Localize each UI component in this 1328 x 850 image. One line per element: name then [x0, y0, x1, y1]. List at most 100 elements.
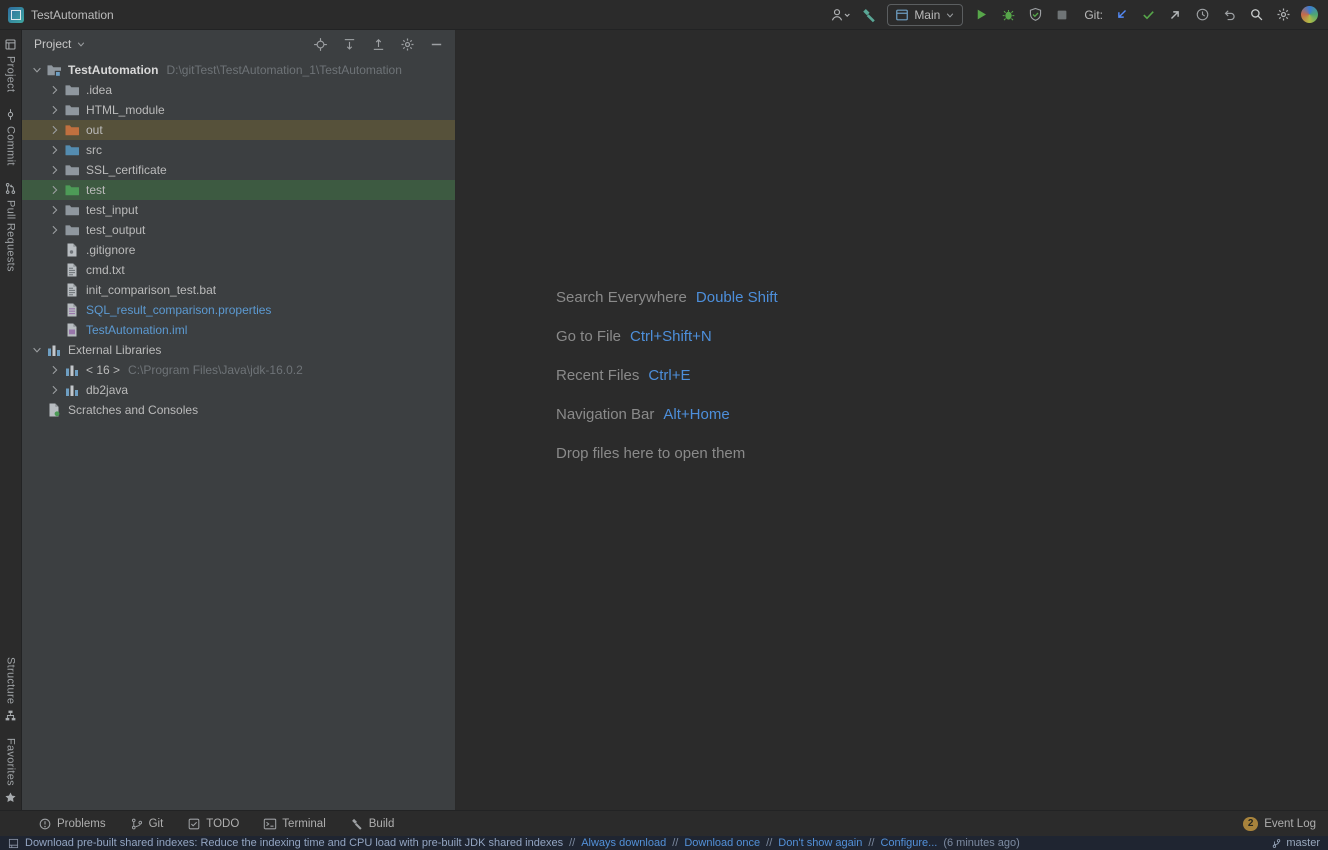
- panel-settings-icon[interactable]: [398, 35, 416, 53]
- chevron-right-icon[interactable]: [48, 182, 61, 198]
- tool-window-switcher-icon[interactable]: [8, 838, 19, 849]
- tree-item-external-libraries[interactable]: External Libraries: [22, 340, 455, 360]
- tool-stripe-tab-pull-requests[interactable]: Pull Requests: [4, 182, 17, 272]
- jdk-icon: [64, 362, 80, 378]
- run-config-selector[interactable]: Main: [887, 4, 963, 26]
- window-title: TestAutomation: [31, 8, 114, 22]
- status-link-always-download[interactable]: Always download: [581, 837, 666, 849]
- tree-item-label: .idea: [86, 83, 112, 97]
- tool-window-button-problems[interactable]: Problems: [38, 817, 106, 831]
- pull-requests-icon: [4, 182, 17, 195]
- status-link-don-t-show-again[interactable]: Don't show again: [778, 837, 862, 849]
- chevron-down-icon: [945, 10, 955, 20]
- update-project-icon[interactable]: [1112, 6, 1130, 24]
- editor-hint: Navigation BarAlt+Home: [556, 395, 778, 434]
- chevron-right-icon[interactable]: [48, 162, 61, 178]
- tree-item-label: test_input: [86, 203, 138, 217]
- tool-stripe-tab-structure[interactable]: Structure: [4, 657, 17, 722]
- tree-item-test[interactable]: test: [22, 180, 455, 200]
- tree-item-label: test_output: [86, 223, 145, 237]
- tool-stripe-label: Favorites: [5, 738, 17, 786]
- project-panel-actions: [311, 35, 445, 53]
- hint-shortcut: Double Shift: [696, 289, 778, 306]
- tree-item-test-input[interactable]: test_input: [22, 200, 455, 220]
- hint-label: Drop files here to open them: [556, 445, 745, 462]
- tree-item-out[interactable]: out: [22, 120, 455, 140]
- tree-item-idea[interactable]: .idea: [22, 80, 455, 100]
- chevron-down-icon[interactable]: [30, 62, 43, 78]
- tool-window-button-todo[interactable]: TODO: [187, 817, 239, 831]
- settings-gear-icon[interactable]: [1274, 6, 1292, 24]
- twisty-spacer: [48, 322, 61, 338]
- tool-window-button-terminal[interactable]: Terminal: [263, 817, 325, 831]
- push-icon[interactable]: [1166, 6, 1184, 24]
- tree-item-ssl-certificate[interactable]: SSL_certificate: [22, 160, 455, 180]
- chevron-right-icon[interactable]: [48, 142, 61, 158]
- tree-item-label: < 16 >: [86, 363, 120, 377]
- event-log-button[interactable]: 2 Event Log: [1243, 817, 1316, 831]
- tree-item-test-output[interactable]: test_output: [22, 220, 455, 240]
- git-branch-widget[interactable]: master: [1271, 837, 1320, 849]
- tree-item-label: cmd.txt: [86, 263, 125, 277]
- status-separator: //: [569, 837, 575, 849]
- debug-icon[interactable]: [999, 6, 1017, 24]
- chevron-down-icon[interactable]: [30, 342, 43, 358]
- chevron-right-icon[interactable]: [48, 222, 61, 238]
- tree-item-scratches-and-consoles[interactable]: Scratches and Consoles: [22, 400, 455, 420]
- folder-test-icon: [64, 182, 80, 198]
- tool-stripe-tab-favorites[interactable]: Favorites: [4, 738, 17, 804]
- history-icon[interactable]: [1193, 6, 1211, 24]
- editor-area[interactable]: Search EverywhereDouble ShiftGo to FileC…: [456, 30, 1328, 810]
- locate-file-icon[interactable]: [311, 35, 329, 53]
- user-avatar[interactable]: [1301, 6, 1318, 23]
- tool-window-button-git[interactable]: Git: [130, 817, 164, 831]
- structure-icon: [4, 709, 17, 722]
- titlebar-left: TestAutomation: [8, 7, 114, 23]
- tree-item-db2java[interactable]: db2java: [22, 380, 455, 400]
- expand-all-icon[interactable]: [340, 35, 358, 53]
- tree-item-cmd-txt[interactable]: cmd.txt: [22, 260, 455, 280]
- chevron-right-icon[interactable]: [48, 362, 61, 378]
- tree-item-gitignore[interactable]: .gitignore: [22, 240, 455, 260]
- editor-hint: Drop files here to open them: [556, 434, 778, 473]
- terminal-icon: [263, 817, 277, 831]
- chevron-right-icon[interactable]: [48, 382, 61, 398]
- profile-icon[interactable]: [829, 6, 851, 24]
- main-toolbar: Main Git:: [829, 4, 1318, 26]
- twisty-spacer: [48, 242, 61, 258]
- folder-source-icon: [64, 142, 80, 158]
- tree-item-html-module[interactable]: HTML_module: [22, 100, 455, 120]
- tool-stripe-tab-project[interactable]: Project: [4, 38, 17, 92]
- tool-stripe-tab-commit[interactable]: Commit: [4, 108, 17, 166]
- tree-item-testautomation-iml[interactable]: TestAutomation.iml: [22, 320, 455, 340]
- project-tool-icon: [4, 38, 17, 51]
- chevron-right-icon[interactable]: [48, 82, 61, 98]
- chevron-right-icon[interactable]: [48, 102, 61, 118]
- tree-item-testautomation[interactable]: TestAutomationD:\gitTest\TestAutomation_…: [22, 60, 455, 80]
- hint-shortcut: Ctrl+Shift+N: [630, 328, 712, 345]
- status-link-download-once[interactable]: Download once: [684, 837, 760, 849]
- chevron-right-icon[interactable]: [48, 202, 61, 218]
- build-icon: [350, 817, 364, 831]
- tree-item-sql-result-comparison-properties[interactable]: SQL_result_comparison.properties: [22, 300, 455, 320]
- collapse-all-icon[interactable]: [369, 35, 387, 53]
- tree-item-label: External Libraries: [68, 343, 161, 357]
- tool-window-button-build[interactable]: Build: [350, 817, 395, 831]
- run-icon[interactable]: [972, 6, 990, 24]
- stop-icon[interactable]: [1053, 6, 1071, 24]
- run-with-coverage-icon[interactable]: [1026, 6, 1044, 24]
- project-view-selector[interactable]: Project: [34, 37, 86, 51]
- rollback-icon[interactable]: [1220, 6, 1238, 24]
- tree-item-src[interactable]: src: [22, 140, 455, 160]
- tree-item-16[interactable]: < 16 >C:\Program Files\Java\jdk-16.0.2: [22, 360, 455, 380]
- tree-item-init-comparison-test-bat[interactable]: init_comparison_test.bat: [22, 280, 455, 300]
- build-hammer-icon[interactable]: [860, 6, 878, 24]
- hide-panel-icon[interactable]: [427, 35, 445, 53]
- project-tree: TestAutomationD:\gitTest\TestAutomation_…: [22, 58, 455, 810]
- commit-check-icon[interactable]: [1139, 6, 1157, 24]
- tree-item-label: SQL_result_comparison.properties: [86, 303, 271, 317]
- status-link-configure[interactable]: Configure...: [880, 837, 937, 849]
- chevron-right-icon[interactable]: [48, 122, 61, 138]
- file-text-icon: [64, 282, 80, 298]
- search-everywhere-icon[interactable]: [1247, 6, 1265, 24]
